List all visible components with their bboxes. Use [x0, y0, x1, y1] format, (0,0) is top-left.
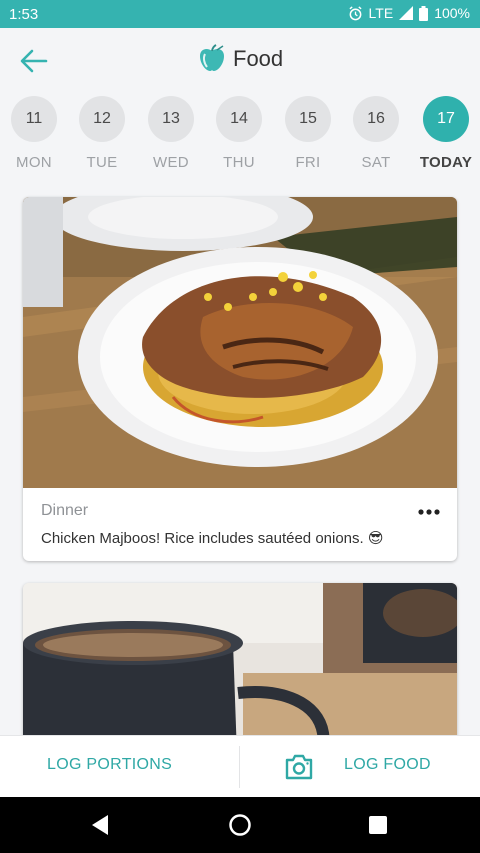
app-header: Food: [0, 28, 480, 92]
food-photo[interactable]: [23, 197, 457, 488]
day-label: THU: [223, 154, 255, 171]
day-label: TODAY: [419, 154, 473, 171]
bottom-action-bar: LOG PORTIONS LOG FOOD: [0, 735, 480, 798]
more-horizontal-icon: [418, 509, 440, 515]
battery-percent: 100%: [434, 5, 470, 21]
meal-type-label: Dinner: [41, 502, 89, 519]
battery-icon: [419, 5, 429, 21]
camera-icon: [285, 754, 313, 780]
day-number: 13: [148, 96, 194, 142]
system-nav-bar: [0, 797, 480, 853]
day-label: FRI: [295, 154, 321, 171]
food-entry-card[interactable]: Dinner Chicken Majboos! Rice includes sa…: [23, 197, 457, 561]
entry-caption: Chicken Majboos! Rice includes sautéed o…: [41, 530, 384, 547]
divider: [239, 746, 240, 788]
status-time: 1:53: [9, 6, 39, 23]
day-mon[interactable]: 11 MON: [4, 96, 64, 171]
network-type: LTE: [368, 5, 394, 21]
day-wed[interactable]: 13 WED: [141, 96, 201, 171]
day-selector: 11 MON 12 TUE 13 WED 14 THU 15 FRI 16 SA…: [0, 96, 480, 178]
day-number: 15: [285, 96, 331, 142]
day-label: SAT: [361, 154, 391, 171]
circle-home-icon: [229, 814, 251, 836]
back-button[interactable]: [18, 45, 50, 77]
day-label: TUE: [86, 154, 118, 171]
camera-button[interactable]: [284, 753, 314, 781]
status-icons: LTE 100%: [348, 5, 470, 21]
triangle-back-icon: [92, 815, 108, 835]
nav-back-button[interactable]: [90, 814, 110, 841]
day-sat[interactable]: 16 SAT: [346, 96, 406, 171]
alarm-icon: [348, 5, 362, 20]
nav-recents-button[interactable]: [368, 815, 388, 840]
page-title: Food: [233, 46, 284, 71]
page-title-group: Food: [197, 44, 283, 74]
day-fri[interactable]: 15 FRI: [278, 96, 338, 171]
more-options-button[interactable]: [415, 504, 443, 520]
food-apple-icon: [200, 44, 224, 71]
day-number: 11: [11, 96, 57, 142]
day-number: 14: [216, 96, 262, 142]
log-food-button[interactable]: LOG FOOD: [344, 756, 431, 774]
log-portions-button[interactable]: LOG PORTIONS: [47, 756, 172, 774]
day-today[interactable]: 17 TODAY: [408, 96, 480, 171]
day-number: 12: [79, 96, 125, 142]
day-number: 16: [353, 96, 399, 142]
status-bar: 1:53 LTE 100%: [0, 0, 480, 28]
day-label: WED: [153, 154, 189, 171]
day-label: MON: [16, 154, 52, 171]
signal-icon: [399, 6, 414, 20]
square-recents-icon: [369, 816, 387, 834]
arrow-left-icon: [20, 49, 48, 73]
day-number: 17: [423, 96, 469, 142]
day-thu[interactable]: 14 THU: [209, 96, 269, 171]
nav-home-button[interactable]: [228, 813, 252, 842]
day-tue[interactable]: 12 TUE: [72, 96, 132, 171]
